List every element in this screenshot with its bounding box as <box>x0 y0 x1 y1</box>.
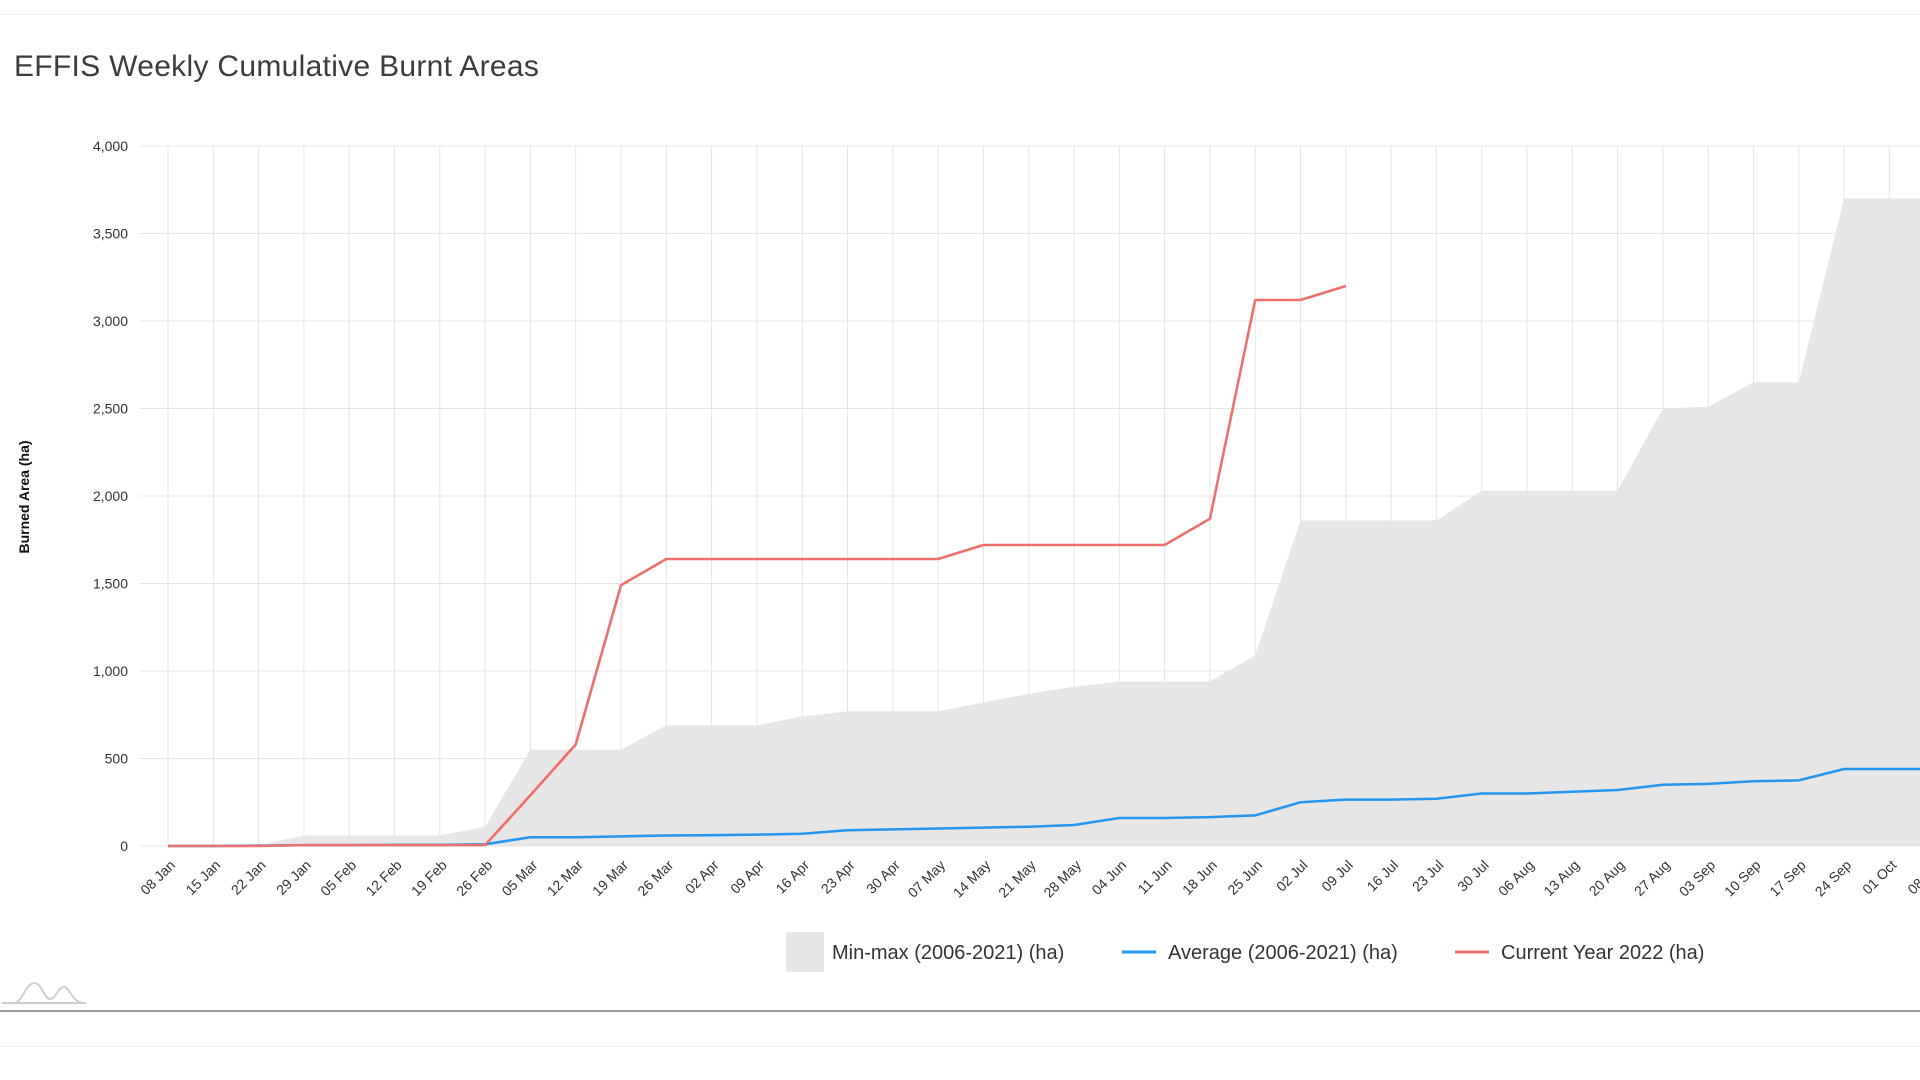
x-tick-label: 11 Jun <box>1134 857 1174 897</box>
x-tick-label: 26 Mar <box>634 857 676 899</box>
x-axis: 08 Jan 15 Jan 22 Jan 29 Jan 05 Feb 12 Feb 19 F… <box>137 857 1920 901</box>
y-tick-label: 0 <box>120 838 128 854</box>
legend-label: Min-max (2006-2021) (ha) <box>832 942 1064 964</box>
x-tick-label: 14 May <box>950 857 994 901</box>
y-tick-label: 4,000 <box>93 138 128 154</box>
x-tick-label: 06 Aug <box>1495 857 1537 899</box>
legend-swatch-min-max <box>786 932 824 972</box>
y-tick-label: 3,500 <box>93 226 128 242</box>
x-tick-label: 13 Aug <box>1540 857 1582 899</box>
x-tick-label: 10 Sep <box>1721 857 1764 900</box>
x-tick-label: 30 Jul <box>1454 857 1492 895</box>
x-tick-label: 08 Jan <box>137 857 178 898</box>
x-tick-label: 08 Oct <box>1904 857 1920 898</box>
y-tick-label: 3,000 <box>93 313 128 329</box>
x-tick-label: 20 Aug <box>1586 857 1628 899</box>
x-tick-label: 09 Jul <box>1318 857 1356 895</box>
burnt-area-chart: 05001,0001,5002,0002,5003,0003,5004,000 … <box>16 138 1920 972</box>
x-tick-label: 09 Apr <box>727 857 767 897</box>
x-tick-label: 02 Apr <box>682 857 722 897</box>
min-max-area-layer <box>168 198 1920 846</box>
y-tick-label: 2,000 <box>93 488 128 504</box>
x-tick-label: 24 Sep <box>1812 857 1855 900</box>
y-axis-title: Burned Area (ha) <box>16 440 32 553</box>
min-max-area <box>168 198 1920 846</box>
x-tick-label: 25 Jun <box>1224 857 1265 898</box>
y-tick-label: 1,500 <box>93 576 128 592</box>
x-tick-label: 05 Mar <box>498 857 540 899</box>
x-tick-label: 12 Feb <box>362 857 404 899</box>
bottom-divider <box>0 1010 1920 1012</box>
looker-studio-logo <box>2 981 86 1004</box>
y-tick-label: 2,500 <box>93 401 128 417</box>
x-tick-label: 26 Feb <box>453 857 495 899</box>
x-tick-label: 17 Sep <box>1766 857 1809 900</box>
x-tick-label: 02 Jul <box>1273 857 1311 895</box>
x-tick-label: 16 Apr <box>772 857 812 897</box>
x-tick-label: 29 Jan <box>273 857 314 898</box>
x-tick-label: 27 Aug <box>1631 857 1673 899</box>
x-tick-label: 21 May <box>995 857 1039 901</box>
x-tick-label: 23 Jul <box>1409 857 1447 895</box>
x-tick-label: 01 Oct <box>1859 857 1900 898</box>
x-tick-label: 04 Jun <box>1088 857 1129 898</box>
x-tick-label: 18 Jun <box>1179 857 1220 898</box>
x-tick-label: 03 Sep <box>1676 857 1719 900</box>
x-tick-label: 19 Feb <box>408 857 450 899</box>
x-tick-label: 19 Mar <box>589 857 631 899</box>
x-tick-label: 15 Jan <box>182 857 223 898</box>
x-tick-label: 28 May <box>1040 857 1084 901</box>
y-tick-label: 500 <box>105 751 129 767</box>
legend-swatch-line <box>1455 950 1489 954</box>
y-tick-label: 1,000 <box>93 663 128 679</box>
legend-label: Average (2006-2021) (ha) <box>1168 942 1398 964</box>
legend-label: Current Year 2022 (ha) <box>1501 942 1704 964</box>
legend: Min-max (2006-2021) (ha) Average (2006-20… <box>786 932 1704 972</box>
x-tick-label: 12 Mar <box>544 857 586 899</box>
x-tick-label: 30 Apr <box>863 857 903 897</box>
x-tick-label: 16 Jul <box>1363 857 1401 895</box>
x-tick-label: 07 May <box>904 857 948 901</box>
x-tick-label: 05 Feb <box>317 857 359 899</box>
y-axis: 0 500 1,000 1,500 2,000 2,500 3,000 3,500 4,000 <box>93 138 128 854</box>
x-tick-label: 22 Jan <box>228 857 269 898</box>
legend-swatch-line <box>1122 950 1156 954</box>
x-tick-label: 23 Apr <box>818 857 858 897</box>
footer-divider <box>0 1046 1920 1047</box>
